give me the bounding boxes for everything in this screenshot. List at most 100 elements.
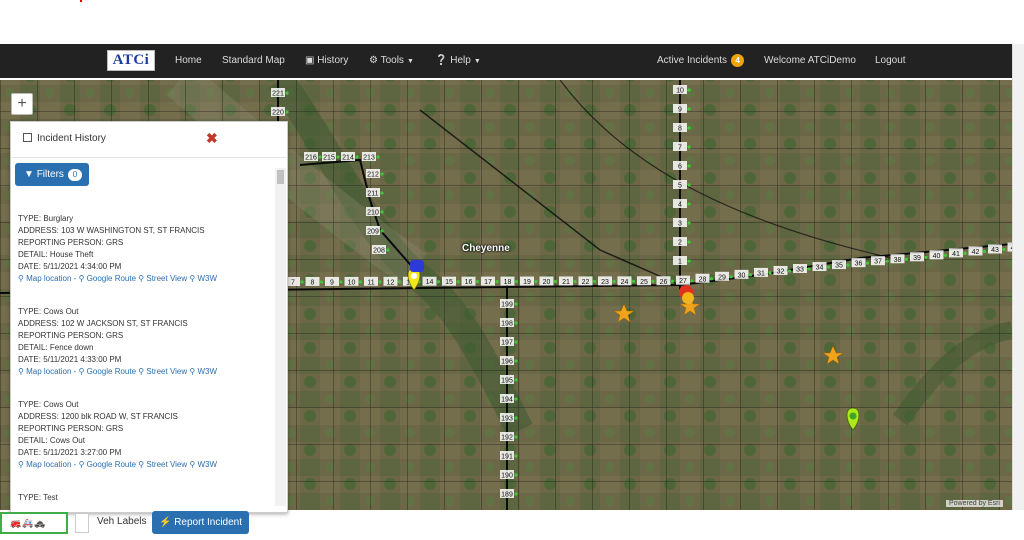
nav-standard-map[interactable]: Standard Map: [222, 44, 285, 78]
nav-home[interactable]: Home: [175, 44, 202, 78]
w3w-link[interactable]: W3W: [197, 367, 217, 376]
veh-labels-checkbox[interactable]: [75, 513, 89, 533]
mile-marker-label: 215: [323, 155, 335, 162]
map-pin-icon: ⚲: [78, 460, 85, 469]
mile-marker-label: 12: [387, 279, 395, 286]
panel-scrollbar-thumb[interactable]: [277, 170, 284, 184]
mile-marker-label: 221: [272, 91, 284, 98]
incident-item: TYPE: Burglary ADDRESS: 103 W WASHINGTON…: [18, 213, 217, 285]
mile-marker-label: 6: [678, 164, 682, 171]
mile-marker-label: 193: [501, 416, 513, 423]
report-incident-button[interactable]: ⚡ Report Incident: [152, 511, 249, 534]
mile-marker-label: 198: [501, 321, 513, 328]
active-incidents-badge: 4: [731, 53, 745, 67]
street-view-link[interactable]: Street View: [146, 460, 187, 469]
mile-marker-label: 7: [678, 145, 682, 152]
caret-down-icon: ▼: [473, 58, 481, 65]
panel-checkbox[interactable]: [23, 133, 32, 142]
incident-type: TYPE: Burglary: [18, 214, 74, 223]
nav-active-incidents[interactable]: Active Incidents 4: [657, 44, 745, 78]
panel-title: Incident History: [37, 133, 106, 144]
incident-date: DATE: 5/11/2021 4:34:00 PM: [18, 262, 122, 271]
filters-button[interactable]: ▼ Filters 0: [15, 163, 89, 186]
filters-label: Filters: [36, 169, 64, 180]
map-pin-icon: ⚲: [138, 274, 145, 283]
mile-marker-label: 8: [678, 126, 682, 133]
mile-marker-label: 34: [816, 265, 824, 272]
street-view-link[interactable]: Street View: [146, 367, 187, 376]
w3w-link[interactable]: W3W: [197, 274, 217, 283]
mile-marker-label: 10: [676, 88, 684, 95]
mile-marker-label: 197: [501, 340, 513, 347]
mile-marker-label: 10: [348, 279, 356, 286]
mile-marker-label: 16: [465, 279, 473, 286]
red-dot: [80, 0, 82, 2]
map-location-link[interactable]: Map location -: [26, 274, 76, 283]
nav-logout[interactable]: Logout: [875, 44, 906, 78]
mile-marker-label: 190: [501, 473, 513, 480]
close-icon[interactable]: ✖: [206, 130, 218, 147]
atci-logo[interactable]: ATCi: [107, 50, 155, 71]
w3w-link[interactable]: W3W: [197, 460, 217, 469]
map-pin-icon: ⚲: [18, 367, 24, 376]
incident-reporting-person: REPORTING PERSON: GRS: [18, 331, 124, 340]
mile-marker-label: 199: [501, 302, 513, 309]
nav-tools[interactable]: ⚙ Tools ▼: [369, 44, 414, 78]
mile-marker-label: 23: [601, 279, 609, 286]
mile-marker-label: 37: [874, 259, 882, 266]
mile-marker-label: 30: [738, 272, 746, 279]
mile-marker-label: 3: [678, 221, 682, 228]
active-incidents-label: Active Incidents: [657, 55, 728, 66]
veh-labels-label: Veh Labels: [97, 516, 147, 527]
street-view-link[interactable]: Street View: [146, 274, 187, 283]
nav-welcome[interactable]: Welcome ATCiDemo: [764, 44, 856, 78]
mile-marker-label: 211: [367, 191, 378, 198]
nav-tools-label: Tools: [380, 55, 404, 66]
mile-marker-label: 2: [678, 240, 682, 247]
mile-marker-label: 28: [699, 276, 707, 283]
mile-marker-label: 9: [678, 107, 682, 114]
nav-help[interactable]: ❔ Help ▼: [435, 44, 481, 78]
map-location-link[interactable]: Map location -: [26, 367, 76, 376]
mile-marker-label: 17: [484, 279, 492, 286]
blue-unit-marker[interactable]: [410, 260, 424, 272]
incident-reporting-person: REPORTING PERSON: GRS: [18, 424, 124, 433]
panel-scrollbar[interactable]: [275, 168, 286, 506]
mile-marker-label: 11: [367, 279, 374, 286]
incident-type: TYPE: Cows Out: [18, 400, 79, 409]
nav-history-label: History: [317, 55, 349, 66]
mile-marker-label: 194: [501, 397, 513, 404]
map-pin-icon: ⚲: [138, 367, 145, 376]
zoom-in-button[interactable]: +: [11, 93, 33, 115]
google-route-link[interactable]: Google Route: [87, 274, 136, 283]
google-route-link[interactable]: Google Route: [87, 367, 136, 376]
incident-detail: DETAIL: House Theft: [18, 250, 94, 259]
mile-marker-label: 24: [621, 279, 629, 286]
incident-item: TYPE: Test: [18, 492, 58, 504]
mile-marker-label: 25: [640, 279, 648, 286]
mile-marker-label: 209: [367, 229, 379, 236]
page-scrollbar[interactable]: [1012, 44, 1024, 510]
incident-reporting-person: REPORTING PERSON: GRS: [18, 238, 124, 247]
mile-marker-label: 43: [991, 247, 999, 254]
mile-marker-label: 41: [952, 251, 960, 258]
mile-marker-label: 21: [562, 279, 570, 286]
incident-date: DATE: 5/11/2021 4:33:00 PM: [18, 355, 122, 364]
mile-marker-label: 5: [678, 183, 682, 190]
mile-marker-label: 42: [972, 249, 980, 256]
mile-marker-label: 220: [272, 110, 284, 117]
map-attribution: Powered by Esri: [946, 500, 1003, 507]
mile-marker-label: 192: [501, 435, 513, 442]
mile-marker-label: 32: [777, 268, 785, 275]
google-route-link[interactable]: Google Route: [87, 460, 136, 469]
map-location-link[interactable]: Map location -: [26, 460, 76, 469]
map-pin-icon: ⚲: [78, 367, 85, 376]
mile-marker-label: 4: [678, 202, 682, 209]
nav-history[interactable]: ▣ History: [305, 44, 348, 78]
incident-detail: DETAIL: Cows Out: [18, 436, 85, 445]
nav-help-label: Help: [450, 55, 471, 66]
mile-marker-label: 196: [501, 359, 513, 366]
vehicle-legend[interactable]: 🚒🚑🚓: [0, 512, 68, 534]
bolt-icon: ⚡: [158, 517, 172, 528]
mile-marker-label: 216: [305, 155, 317, 162]
